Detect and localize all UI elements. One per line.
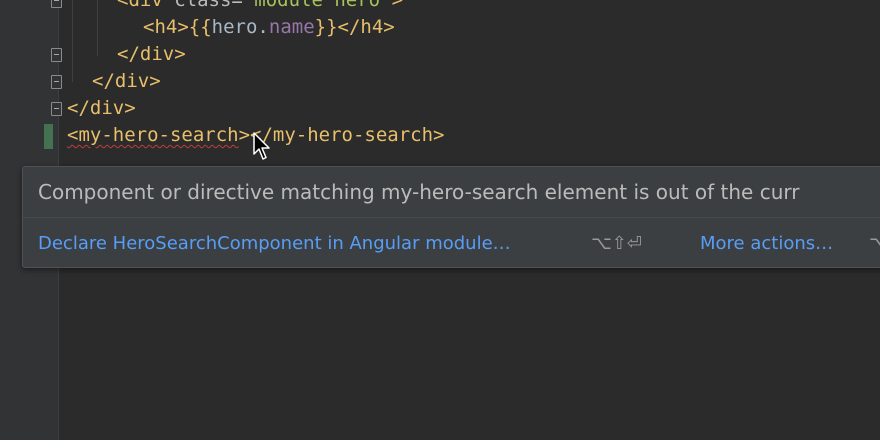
declare-component-quick-fix-link[interactable]: Declare HeroSearchComponent in Angular m… [38, 231, 511, 257]
more-actions-link[interactable]: More actions… [700, 231, 833, 257]
tag-token: <div [117, 0, 175, 11]
inspection-message: Component or directive matching my-hero-… [38, 180, 800, 204]
fold-marker-icon[interactable] [51, 48, 62, 62]
property-token: name [268, 16, 315, 38]
attribute-token: class= [174, 0, 243, 11]
dot-token: . [257, 16, 269, 38]
code-line-div-module-hero[interactable]: <div class="module hero"> [117, 0, 403, 14]
indent-guide [97, 0, 98, 56]
code-line-close-div[interactable]: </div> [67, 95, 136, 122]
string-token: "module hero" [242, 0, 392, 11]
popup-divider [23, 217, 880, 218]
tag-token: > [391, 0, 404, 11]
interpolation-brace: }} [314, 16, 338, 38]
quick-fix-shortcut: ⌥⇧⏎ [591, 233, 642, 254]
tag-token: </h4> [337, 16, 395, 38]
tag-token: <h4> [143, 16, 189, 38]
more-actions-shortcut: ⌥ [869, 233, 880, 254]
fold-marker-icon[interactable] [51, 102, 62, 116]
unknown-element-token[interactable]: <my-hero-search [67, 124, 239, 146]
identifier-token: hero [211, 16, 258, 38]
code-line-close-div[interactable]: </div> [117, 41, 186, 68]
interpolation-brace: {{ [188, 16, 212, 38]
fold-marker-icon[interactable] [51, 75, 62, 89]
indent-guide [72, 0, 73, 82]
inspection-popup: Component or directive matching my-hero-… [22, 166, 880, 268]
mouse-pointer-icon [253, 132, 270, 160]
changed-line-marker [44, 124, 53, 149]
code-line-close-div[interactable]: </div> [92, 68, 161, 95]
code-line-h4-hero-name[interactable]: <h4>{{hero.name}}</h4> [143, 14, 395, 41]
fold-marker-icon[interactable] [51, 0, 62, 8]
